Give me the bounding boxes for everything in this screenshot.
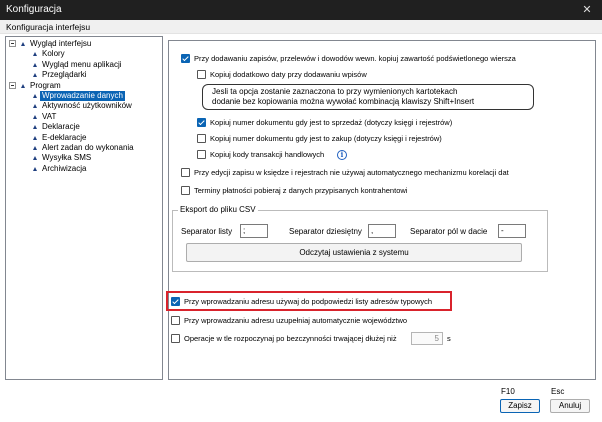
- csv-export-legend: Eksport do pliku CSV: [178, 205, 258, 214]
- info-icon[interactable]: i: [337, 150, 347, 160]
- background-ops-label: Operacje w tle rozpoczynaj po bezczynnoś…: [184, 334, 397, 343]
- tree-arrow-icon: [33, 146, 37, 150]
- info-note-line: Jesli ta opcja zostanie zaznaczona to pr…: [212, 87, 458, 96]
- tree-item-label: Aktywność użytkowników: [42, 101, 132, 111]
- list-separator-label: Separator listy: [181, 227, 233, 236]
- copy-doc-sale-label: Kopiuj numer dokumentu gdy jest to sprze…: [210, 118, 453, 127]
- window-title: Konfiguracja: [6, 4, 62, 15]
- tree-item-label: Archiwizacja: [42, 163, 87, 173]
- copy-codes-label: Kopiuj kody transakcji handlowych: [210, 150, 325, 159]
- collapse-toggle-icon[interactable]: [9, 40, 16, 47]
- tree-arrow-icon: [33, 52, 37, 57]
- copy-doc-purchase-checkbox[interactable]: [197, 134, 206, 143]
- info-note-line: dodanie bez kopiowania można wywołać kom…: [212, 97, 475, 106]
- tree-item[interactable]: Wysyłka SMS: [6, 153, 162, 163]
- tree-arrow-icon: [33, 166, 37, 171]
- date-separator-input[interactable]: -: [498, 224, 526, 238]
- tree-arrow-icon: [33, 125, 37, 130]
- address-hints-checkbox[interactable]: [171, 297, 180, 306]
- tree-item[interactable]: E-deklaracje: [6, 133, 162, 143]
- tree-item-label: Wysyłka SMS: [42, 153, 92, 163]
- copy-content-checkbox[interactable]: [181, 54, 190, 63]
- tree-arrow-icon: [33, 114, 37, 119]
- section-header: Konfiguracja interfejsu: [0, 20, 602, 34]
- address-voivodeship-checkbox[interactable]: [171, 316, 180, 325]
- tree-item-label: Wygląd interfejsu: [30, 39, 92, 48]
- close-icon[interactable]: ✕: [572, 0, 602, 20]
- decimal-separator-label: Separator dziesiętny: [289, 227, 362, 236]
- tree-item[interactable]: Przeglądarki: [6, 70, 162, 80]
- settings-tree[interactable]: Wygląd interfejsu Kolory Wygląd menu aplik…: [5, 36, 163, 380]
- tree-item[interactable]: Wygląd interfejsu: [6, 39, 162, 49]
- no-auto-correlation-label: Przy edycji zapisu w księdze i rejestrac…: [194, 168, 509, 177]
- read-system-settings-button[interactable]: Odczytaj ustawienia z systemu: [186, 243, 522, 262]
- cancel-button[interactable]: Anuluj: [550, 399, 590, 413]
- payment-terms-label: Terminy płatności pobieraj z danych przy…: [194, 186, 408, 195]
- copy-codes-checkbox[interactable]: [197, 150, 206, 159]
- tree-item-label: Deklaracje: [42, 122, 80, 132]
- cancel-shortcut-hint: Esc: [551, 387, 565, 396]
- decimal-separator-input[interactable]: ,: [368, 224, 396, 238]
- copy-content-label: Przy dodawaniu zapisów, przelewów i dowo…: [194, 54, 516, 63]
- copy-date-checkbox[interactable]: [197, 70, 206, 79]
- tree-item-label: Kolory: [42, 49, 65, 59]
- tree-arrow-icon: [33, 104, 37, 109]
- no-auto-correlation-checkbox[interactable]: [181, 168, 190, 177]
- tree-arrow-icon: [33, 156, 37, 161]
- save-button[interactable]: Zapisz: [500, 399, 540, 413]
- copy-doc-purchase-label: Kopiuj numer dokumentu gdy jest to zakup…: [210, 134, 442, 143]
- tree-arrow-icon: [33, 62, 37, 67]
- tree-item[interactable]: Kolory: [6, 49, 162, 59]
- address-hints-label: Przy wprowadzaniu adresu używaj do podpo…: [184, 297, 433, 306]
- background-ops-checkbox[interactable]: [171, 334, 180, 343]
- tree-arrow-icon: [33, 94, 37, 98]
- tree-item-label: Program: [30, 80, 61, 90]
- date-separator-label: Separator pól w dacie: [410, 227, 488, 236]
- tree-item[interactable]: Wprowadzanie danych: [6, 91, 162, 101]
- tree-item[interactable]: Wygląd menu aplikacji: [6, 60, 162, 70]
- tree-arrow-icon: [33, 73, 37, 78]
- tree-item-label: Przeglądarki: [42, 70, 87, 80]
- tree-item[interactable]: Alert zadan do wykonania: [6, 143, 162, 153]
- window-titlebar: Konfiguracja ✕: [0, 0, 602, 20]
- copy-date-label: Kopiuj dodatkowo daty przy dodawaniu wpi…: [210, 70, 367, 79]
- tree-item[interactable]: VAT: [6, 112, 162, 122]
- tree-arrow-icon: [21, 42, 25, 46]
- tree-item[interactable]: Deklaracje: [6, 122, 162, 132]
- tree-item[interactable]: Program: [6, 81, 162, 91]
- tree-arrow-icon: [33, 135, 37, 140]
- tree-item-label: Alert zadan do wykonania: [42, 143, 134, 152]
- tree-item-label: Wprowadzanie danych: [40, 91, 125, 101]
- section-header-title: Konfiguracja interfejsu: [6, 22, 91, 32]
- list-separator-input[interactable]: ;: [240, 224, 268, 238]
- address-voivodeship-label: Przy wprowadzaniu adresu uzupełniaj auto…: [184, 316, 408, 325]
- idle-timeout-input[interactable]: 5: [411, 332, 443, 345]
- payment-terms-checkbox[interactable]: [181, 186, 190, 195]
- copy-doc-sale-checkbox[interactable]: [197, 118, 206, 127]
- tree-item-label: Wygląd menu aplikacji: [42, 59, 122, 69]
- info-note-box: Jesli ta opcja zostanie zaznaczona to pr…: [202, 84, 534, 110]
- tree-arrow-icon: [21, 83, 25, 88]
- idle-timeout-unit: s: [447, 334, 451, 343]
- save-shortcut-hint: F10: [501, 387, 515, 396]
- tree-item[interactable]: Aktywność użytkowników: [6, 101, 162, 111]
- tree-item[interactable]: Archiwizacja: [6, 164, 162, 174]
- csv-export-group: [172, 210, 548, 272]
- tree-item-label: E-deklaracje: [42, 132, 87, 142]
- tree-item-label: VAT: [42, 111, 57, 121]
- collapse-toggle-icon[interactable]: [9, 81, 16, 89]
